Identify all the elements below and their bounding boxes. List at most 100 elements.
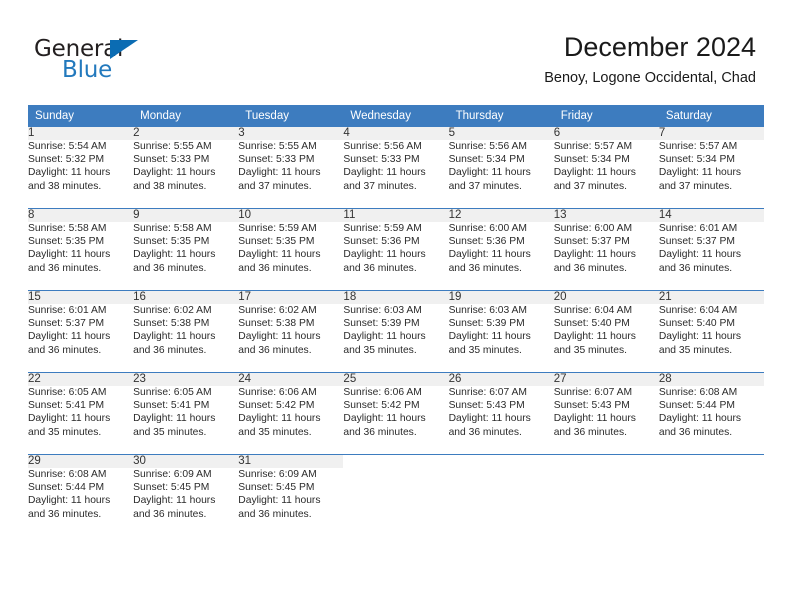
day-detail-row: Sunrise: 6:05 AM Sunset: 5:41 PM Daylight:…: [28, 386, 764, 444]
day-cell: Sunrise: 6:09 AM Sunset: 5:45 PM Daylight:…: [133, 468, 238, 526]
day-number[interactable]: 23: [133, 373, 239, 386]
day-cell: Sunrise: 5:57 AM Sunset: 5:34 PM Daylight:…: [659, 140, 764, 198]
day-number[interactable]: 28: [658, 373, 764, 386]
day-number-row: 15 16 17 18 19 20 21: [28, 291, 764, 304]
day-sunset-text: Sunset: 5:38 PM: [238, 318, 315, 330]
day-number[interactable]: 4: [343, 127, 449, 140]
day-number[interactable]: 29: [28, 455, 134, 468]
day-cell: Sunrise: 6:02 AM Sunset: 5:38 PM Daylight:…: [133, 304, 238, 362]
day-daylight-text: and 35 minutes.: [238, 426, 312, 438]
day-number[interactable]: 27: [553, 373, 659, 386]
week-gap: [28, 444, 764, 454]
day-sunset-text: Sunset: 5:43 PM: [553, 400, 630, 412]
day-sunset-text: Sunset: 5:36 PM: [448, 236, 525, 248]
day-sunset-text: Sunset: 5:32 PM: [28, 154, 105, 166]
weekday-header-sunday: Sunday: [28, 105, 134, 126]
weekday-header-thursday: Thursday: [448, 105, 554, 126]
day-sunrise-text: Sunrise: 5:59 AM: [238, 223, 317, 234]
day-daylight-text: Daylight: 11 hours: [28, 167, 111, 179]
day-number[interactable]: 12: [448, 209, 554, 222]
day-sunset-text: Sunset: 5:37 PM: [553, 236, 630, 248]
day-daylight-text: and 35 minutes.: [133, 426, 207, 438]
day-cell: Sunrise: 5:54 AM Sunset: 5:32 PM Daylight:…: [28, 140, 133, 198]
day-daylight-text: and 35 minutes.: [343, 344, 417, 356]
day-daylight-text: Daylight: 11 hours: [28, 413, 111, 425]
day-cell: Sunrise: 6:06 AM Sunset: 5:42 PM Daylight:…: [343, 386, 448, 444]
day-cell: Sunrise: 6:00 AM Sunset: 5:37 PM Daylight:…: [554, 222, 659, 280]
day-number[interactable]: 9: [133, 209, 239, 222]
day-daylight-text: and 36 minutes.: [658, 426, 733, 438]
calendar-body: 1 2 3 4 5 6 7 Sunrise: 5:54 AM Sunset: 5:32 PM Da…: [28, 126, 764, 526]
day-cell: Sunrise: 6:09 AM Sunset: 5:45 PM Daylight:…: [238, 468, 343, 526]
day-sunrise-text: Sunrise: 6:05 AM: [133, 387, 212, 398]
day-number[interactable]: 1: [28, 127, 134, 140]
day-number[interactable]: 20: [553, 291, 659, 304]
day-sunrise-text: Sunrise: 6:02 AM: [238, 305, 317, 316]
day-daylight-text: Daylight: 11 hours: [238, 167, 321, 179]
day-number[interactable]: 5: [448, 127, 554, 140]
day-daylight-text: and 37 minutes.: [658, 180, 733, 192]
day-sunset-text: Sunset: 5:33 PM: [133, 154, 210, 166]
day-sunrise-text: Sunrise: 6:06 AM: [238, 387, 317, 398]
day-number[interactable]: 30: [133, 455, 239, 468]
brand-logo[interactable]: General Blue: [34, 36, 234, 88]
day-number[interactable]: 19: [448, 291, 554, 304]
day-number[interactable]: 18: [343, 291, 449, 304]
day-daylight-text: Daylight: 11 hours: [238, 331, 321, 343]
day-number[interactable]: 25: [343, 373, 449, 386]
day-number[interactable]: 2: [133, 127, 239, 140]
page-title: December 2024: [563, 32, 756, 62]
day-cell-empty: [659, 468, 764, 526]
day-number[interactable]: 17: [238, 291, 344, 304]
day-daylight-text: Daylight: 11 hours: [343, 249, 426, 261]
day-number-row: 1234567: [28, 127, 764, 140]
day-daylight-text: and 36 minutes.: [133, 508, 207, 520]
day-daylight-text: and 36 minutes.: [238, 344, 312, 356]
day-number[interactable]: 21: [658, 291, 764, 304]
day-daylight-text: Daylight: 11 hours: [133, 331, 216, 343]
day-daylight-text: Daylight: 11 hours: [658, 167, 742, 179]
day-number-empty: [553, 455, 659, 468]
day-daylight-text: and 36 minutes.: [238, 508, 312, 520]
day-daylight-text: and 36 minutes.: [448, 426, 522, 438]
day-number[interactable]: 16: [133, 291, 239, 304]
day-sunset-text: Sunset: 5:38 PM: [133, 318, 210, 330]
day-daylight-text: and 37 minutes.: [343, 180, 417, 192]
day-daylight-text: Daylight: 11 hours: [658, 413, 742, 425]
day-cell: Sunrise: 5:57 AM Sunset: 5:34 PM Daylight:…: [554, 140, 659, 198]
day-sunset-text: Sunset: 5:36 PM: [343, 236, 420, 248]
day-sunset-text: Sunset: 5:37 PM: [658, 236, 735, 248]
day-sunrise-text: Sunrise: 6:09 AM: [238, 469, 317, 480]
day-number[interactable]: 6: [553, 127, 659, 140]
day-sunrise-text: Sunrise: 5:55 AM: [238, 141, 317, 152]
day-number[interactable]: 22: [28, 373, 134, 386]
day-number[interactable]: 8: [28, 209, 134, 222]
day-daylight-text: Daylight: 11 hours: [448, 249, 531, 261]
day-daylight-text: and 37 minutes.: [448, 180, 522, 192]
week-gap-cell: [28, 362, 764, 372]
day-daylight-text: and 36 minutes.: [133, 344, 207, 356]
day-sunset-text: Sunset: 5:35 PM: [238, 236, 315, 248]
day-number[interactable]: 15: [28, 291, 134, 304]
day-number[interactable]: 26: [448, 373, 554, 386]
day-cell: Sunrise: 5:58 AM Sunset: 5:35 PM Daylight:…: [133, 222, 238, 280]
day-sunrise-text: Sunrise: 6:02 AM: [133, 305, 212, 316]
day-number[interactable]: 31: [238, 455, 344, 468]
day-cell: Sunrise: 5:55 AM Sunset: 5:33 PM Daylight:…: [238, 140, 343, 198]
day-number[interactable]: 3: [238, 127, 344, 140]
day-cell: Sunrise: 6:07 AM Sunset: 5:43 PM Daylight:…: [554, 386, 659, 444]
day-number[interactable]: 24: [238, 373, 344, 386]
day-number[interactable]: 10: [238, 209, 344, 222]
day-sunrise-text: Sunrise: 5:58 AM: [133, 223, 212, 234]
day-cell: Sunrise: 6:05 AM Sunset: 5:41 PM Daylight:…: [133, 386, 238, 444]
day-number[interactable]: 11: [343, 209, 449, 222]
day-number[interactable]: 7: [658, 127, 764, 140]
page-header: General Blue December 2024 Benoy, Logone…: [0, 0, 792, 100]
day-number[interactable]: 13: [553, 209, 659, 222]
day-daylight-text: Daylight: 11 hours: [28, 495, 111, 507]
week-gap-cell: [28, 444, 764, 454]
day-sunrise-text: Sunrise: 6:09 AM: [133, 469, 212, 480]
day-daylight-text: Daylight: 11 hours: [553, 331, 636, 343]
day-sunset-text: Sunset: 5:39 PM: [448, 318, 525, 330]
day-number[interactable]: 14: [658, 209, 764, 222]
